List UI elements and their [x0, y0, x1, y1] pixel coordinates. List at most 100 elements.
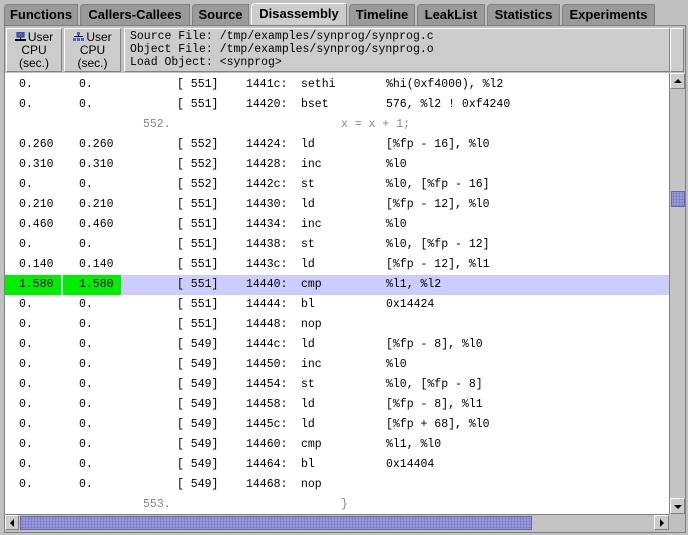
- instruction-opcode: bset: [301, 98, 329, 111]
- scroll-left-button[interactable]: [5, 515, 19, 530]
- horizontal-scroll-thumb[interactable]: [20, 516, 532, 530]
- arrow-right-icon: [660, 519, 664, 527]
- inclusive-cpu-value: 0.: [79, 378, 93, 391]
- tab-leaklist[interactable]: LeakList: [417, 4, 485, 25]
- instruction-address: 1444c:: [246, 338, 288, 351]
- object-file-label: Object File: /tmp/examples/synprog/synpr…: [130, 43, 434, 56]
- instruction-opcode: nop: [301, 478, 322, 491]
- instruction-opcode: ld: [301, 258, 315, 271]
- tab-statistics[interactable]: Statistics: [487, 4, 560, 25]
- exclusive-cpu-value: 0.: [19, 478, 33, 491]
- instruction-row[interactable]: 0. 0. [ 549] 14460: cmp %l1, %l0: [5, 435, 669, 455]
- exclusive-cpu-value: 0.260: [19, 138, 54, 151]
- instruction-row[interactable]: 0.210 0.210 [ 551] 14430: ld [%fp - 12], %l0: [5, 195, 669, 215]
- source-line-row[interactable]: 552. x = x + 1;: [5, 115, 669, 135]
- source-line-ref: [ 551]: [177, 278, 219, 291]
- source-line-ref: [ 551]: [177, 298, 219, 311]
- instruction-operands: [%fp - 8], %l1: [386, 398, 483, 411]
- instruction-row[interactable]: 0.460 0.460 [ 551] 14434: inc %l0: [5, 215, 669, 235]
- exclusive-cpu-value: 0.: [19, 378, 33, 391]
- inclusive-cpu-value: 0.210: [79, 198, 114, 211]
- inclusive-cpu-value: 0.: [79, 478, 93, 491]
- source-line-ref: [ 549]: [177, 398, 219, 411]
- inclusive-cpu-value: 0.310: [79, 158, 114, 171]
- instruction-opcode: inc: [301, 218, 322, 231]
- exclusive-cpu-value: 0.: [19, 98, 33, 111]
- instruction-address: 14424:: [246, 138, 288, 151]
- source-line-ref: [ 552]: [177, 158, 219, 171]
- exclusive-cpu-value: 0.: [19, 178, 33, 191]
- scroll-right-button[interactable]: [654, 515, 669, 530]
- inclusive-cpu-value: 0.: [79, 178, 93, 191]
- exclusive-cpu-value: 1.580: [5, 275, 61, 295]
- instruction-row[interactable]: 0. 0. [ 551] 14438: st %l0, [%fp - 12]: [5, 235, 669, 255]
- instruction-operands: 0x14424: [386, 298, 435, 311]
- instruction-row[interactable]: 0.140 0.140 [ 551] 1443c: ld [%fp - 12], %l1: [5, 255, 669, 275]
- tab-bar: Functions Callers-Callees Source Disasse…: [0, 0, 688, 26]
- instruction-row[interactable]: 0. 0. [ 549] 1444c: ld [%fp - 8], %l0: [5, 335, 669, 355]
- source-line-ref: [ 549]: [177, 418, 219, 431]
- tab-experiments[interactable]: Experiments: [562, 4, 655, 25]
- tab-callers-callees[interactable]: Callers-Callees: [80, 4, 190, 25]
- inclusive-cpu-value: 0.: [79, 358, 93, 371]
- source-line-row[interactable]: 553.}: [5, 495, 669, 514]
- instruction-row[interactable]: 0.260 0.260 [ 552] 14424: ld [%fp - 16], %l0: [5, 135, 669, 155]
- instruction-row[interactable]: 0. 0. [ 551] 1441c: sethi %hi(0xf4000), %l2: [5, 75, 669, 95]
- instruction-operands: [%fp - 12], %l1: [386, 258, 490, 271]
- scroll-up-button[interactable]: [670, 73, 685, 89]
- tab-source[interactable]: Source: [192, 4, 249, 25]
- instruction-row[interactable]: 0. 0. [ 549] 14454: st %l0, [%fp - 8]: [5, 375, 669, 395]
- vertical-scroll-thumb[interactable]: [671, 191, 685, 207]
- exclusive-cpu-value: 0.: [19, 398, 33, 411]
- source-line-ref: [ 551]: [177, 258, 219, 271]
- instruction-row[interactable]: 0. 0. [ 549] 14464: bl 0x14404: [5, 455, 669, 475]
- instruction-row[interactable]: 0.310 0.310 [ 552] 14428: inc %l0: [5, 155, 669, 175]
- source-info-header: Source File: /tmp/examples/synprog/synpr…: [124, 28, 670, 72]
- source-line-ref: [ 551]: [177, 78, 219, 91]
- instruction-row[interactable]: 0. 0. [ 549] 14450: inc %l0: [5, 355, 669, 375]
- instruction-address: 14464:: [246, 458, 288, 471]
- source-line-ref: [ 552]: [177, 138, 219, 151]
- instruction-opcode: nop: [301, 318, 322, 331]
- scroll-down-button[interactable]: [670, 498, 685, 514]
- source-line-ref: [ 551]: [177, 198, 219, 211]
- instruction-operands: [%fp + 68], %l0: [386, 418, 490, 431]
- source-line-ref: [ 551]: [177, 218, 219, 231]
- instruction-row[interactable]: 0. 0. [ 552] 1442c: st %l0, [%fp - 16]: [5, 175, 669, 195]
- instruction-address: 14450:: [246, 358, 288, 371]
- source-line-text: x = x + 1;: [341, 118, 411, 131]
- exclusive-cpu-value: 0.: [19, 358, 33, 371]
- instruction-row[interactable]: 0. 0. [ 551] 14420: bset 576, %l2 ! 0xf4240: [5, 95, 669, 115]
- horizontal-scrollbar[interactable]: [5, 514, 669, 530]
- instruction-opcode: st: [301, 378, 315, 391]
- tab-functions[interactable]: Functions: [4, 4, 78, 25]
- vertical-scrollbar[interactable]: [669, 73, 685, 514]
- instruction-opcode: cmp: [301, 278, 322, 291]
- disassembly-listing: 0. 0.[ 551] 1441c: sethi %hi(0xf4000), %l2 0.…: [5, 73, 669, 514]
- tab-disassembly[interactable]: Disassembly: [251, 3, 347, 26]
- instruction-opcode: ld: [301, 418, 315, 431]
- arrow-up-icon: [674, 79, 682, 83]
- instruction-row[interactable]: 0. 0. [ 549] 14458: ld [%fp - 8], %l1: [5, 395, 669, 415]
- tab-timeline[interactable]: Timeline: [349, 4, 415, 25]
- instruction-address: 14440:: [246, 278, 288, 291]
- instruction-row[interactable]: 0. 0. [ 549] 1445c: ld [%fp + 68], %l0: [5, 415, 669, 435]
- inclusive-cpu-value: 0.: [79, 438, 93, 451]
- column-header-line3: (sec.): [77, 56, 108, 70]
- instruction-operands: [%fp - 16], %l0: [386, 138, 490, 151]
- column-header-exclusive-user-cpu[interactable]: User CPU (sec.): [6, 28, 62, 72]
- instruction-address: 14444:: [246, 298, 288, 311]
- inclusive-cpu-value: 0.: [79, 418, 93, 431]
- instruction-row[interactable]: 1.580 1.580 [ 551] 14440: cmp %l1, %l2: [5, 275, 669, 295]
- exclusive-cpu-value: 0.: [19, 438, 33, 451]
- instruction-row[interactable]: 0. 0. [ 549] 14468: nop: [5, 475, 669, 495]
- column-header-inclusive-user-cpu[interactable]: User CPU (sec.): [64, 28, 121, 72]
- instruction-operands: %l0: [386, 358, 407, 371]
- instruction-row[interactable]: 0. 0. [ 551] 14448: nop: [5, 315, 669, 335]
- inclusive-metric-icon: [73, 32, 85, 42]
- source-line-ref: [ 549]: [177, 338, 219, 351]
- inclusive-cpu-value: 0.: [79, 98, 93, 111]
- header-corner: [670, 28, 684, 72]
- inclusive-cpu-value: 0.: [79, 298, 93, 311]
- instruction-row[interactable]: 0. 0. [ 551] 14444: bl 0x14424: [5, 295, 669, 315]
